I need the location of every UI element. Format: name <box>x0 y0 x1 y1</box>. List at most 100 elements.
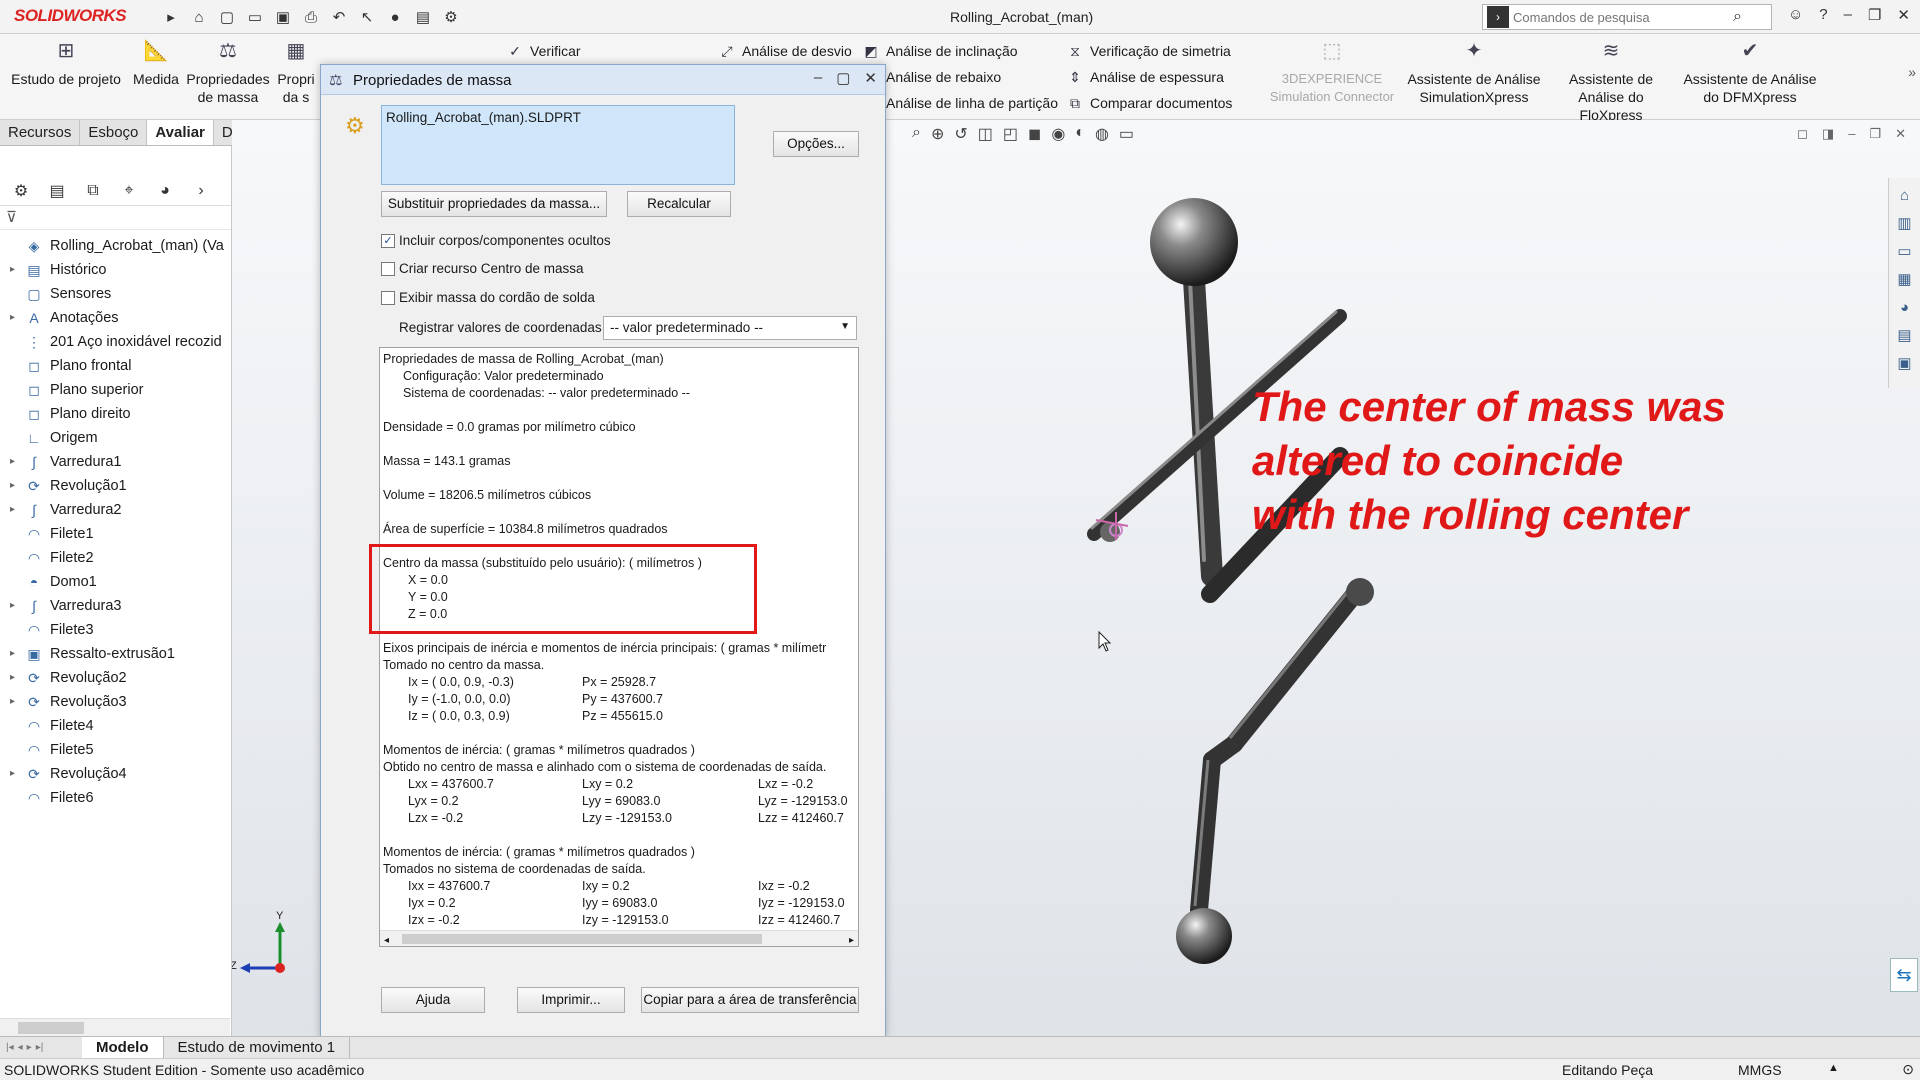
mass-properties-button[interactable]: ⚖ Propriedades de massa <box>186 34 270 106</box>
recalculate-button[interactable]: Recalcular <box>627 191 731 217</box>
expand-arrow-icon[interactable]: ▸ <box>10 666 15 690</box>
checkbox-unchecked-icon[interactable] <box>381 261 395 276</box>
resources-home-icon[interactable]: ⌂ <box>1894 184 1916 206</box>
user-icon[interactable]: ☺ <box>1788 6 1803 24</box>
search-input[interactable] <box>1513 9 1733 25</box>
command-search-box[interactable]: › ⌕ <box>1482 4 1772 30</box>
tab-evaluate[interactable]: Avaliar <box>147 120 214 145</box>
next-tab-icon[interactable]: ▸ <box>27 1042 32 1053</box>
measure-button[interactable]: 📐 Medida <box>128 34 184 88</box>
display-manager-icon[interactable]: ◕ <box>154 180 176 202</box>
expand-arrow-icon[interactable]: ▸ <box>10 642 15 666</box>
feature-tree-item[interactable]: ◻ Plano superior <box>0 378 231 402</box>
save-icon[interactable]: ▣ <box>272 6 294 28</box>
scroll-right-icon[interactable]: ▸ <box>849 932 854 946</box>
custom-properties-icon[interactable]: ▤ <box>1894 324 1916 346</box>
expand-arrow-icon[interactable]: ▸ <box>10 306 15 330</box>
mass-properties-results[interactable]: Propriedades de massa de Rolling_Acrobat… <box>379 347 859 947</box>
dialog-maximize-icon[interactable]: ▢ <box>836 69 850 87</box>
checkbox-unchecked-icon[interactable] <box>381 290 395 305</box>
featuremanager-tree-icon[interactable]: ⚙ <box>10 180 32 202</box>
solidworks-logo[interactable]: SOLIDWORKS <box>14 6 127 26</box>
output-coordinate-select[interactable]: -- valor predeterminado -- ▼ <box>603 316 857 340</box>
feature-tree-item[interactable]: ◓ Domo1 <box>0 570 231 594</box>
print-icon[interactable]: ⎙ <box>300 6 322 28</box>
ribbon-overflow-chevron-icon[interactable]: » <box>1908 64 1916 80</box>
play-arrow-icon[interactable]: ▸ <box>160 6 182 28</box>
feature-tree-item[interactable]: ⋮ 201 Aço inoxidável recozid <box>0 330 231 354</box>
rebuild-icon[interactable]: ● <box>384 6 406 28</box>
design-library-icon[interactable]: ▥ <box>1894 212 1916 234</box>
feature-tree-item[interactable]: ◻ Plano direito <box>0 402 231 426</box>
remote-support-icon[interactable]: ⇆ <box>1890 958 1918 992</box>
results-horizontal-scrollbar[interactable]: ◂ ▸ <box>380 930 858 946</box>
options-gear-icon[interactable]: ⚙ <box>440 6 462 28</box>
restore-icon[interactable]: ❐ <box>1868 6 1881 24</box>
dimxpert-manager-icon[interactable]: ⌖ <box>118 180 140 202</box>
unit-dropdown-icon[interactable]: ▲ <box>1828 1062 1839 1074</box>
expand-arrow-icon[interactable]: ▸ <box>10 450 15 474</box>
file-properties-icon[interactable]: ▤ <box>412 6 434 28</box>
feature-tree-item[interactable]: ▸ A Anotações <box>0 306 231 330</box>
configuration-manager-icon[interactable]: ⧉ <box>82 180 104 202</box>
feature-tree-item[interactable]: ▸ ⟳ Revolução1 <box>0 474 231 498</box>
simulationxpress-button[interactable]: ✦ Assistente de Análise SimulationXpress <box>1404 34 1544 106</box>
override-mass-properties-button[interactable]: Substituir propriedades da massa... <box>381 191 607 217</box>
panel-next-chevron-icon[interactable]: › <box>190 180 212 202</box>
feature-tree-scrollbar[interactable] <box>0 1018 230 1036</box>
create-center-of-mass-checkbox[interactable]: Criar recurso Centro de massa <box>381 261 584 276</box>
symmetry-check-button[interactable]: ⧖ Verificação de simetria <box>1066 42 1231 60</box>
feature-tree-item[interactable]: ◻ Plano frontal <box>0 354 231 378</box>
dialog-minimize-icon[interactable]: – <box>814 69 822 87</box>
feature-tree-item[interactable]: ▸ ⟳ Revolução4 <box>0 762 231 786</box>
help-button[interactable]: Ajuda <box>381 987 485 1013</box>
options-button[interactable]: Opções... <box>773 131 859 157</box>
feature-tree-item[interactable]: ▸ ∫ Varredura2 <box>0 498 231 522</box>
floxpress-button[interactable]: ≋ Assistente de Análise do FloXpress <box>1546 34 1676 124</box>
first-tab-icon[interactable]: |◂ <box>6 1042 14 1053</box>
draft-analysis-button[interactable]: ◩ Análise de inclinação <box>862 42 1017 60</box>
feature-tree-item[interactable]: ◠ Filete2 <box>0 546 231 570</box>
open-folder-icon[interactable]: ▭ <box>244 6 266 28</box>
prev-tab-icon[interactable]: ◂ <box>18 1042 23 1053</box>
feature-tree-item[interactable]: ▸ ▣ Ressalto-extrusão1 <box>0 642 231 666</box>
compare-documents-button[interactable]: ⧉ Comparar documentos <box>1066 94 1232 112</box>
include-hidden-checkbox[interactable]: ✓ Incluir corpos/componentes ocultos <box>381 233 611 248</box>
thickness-analysis-button[interactable]: ⇕ Análise de espessura <box>1066 68 1224 86</box>
tab-motion-study[interactable]: Estudo de movimento 1 <box>164 1037 351 1058</box>
simulation-connector-button[interactable]: ⬚ 3DEXPERIENCE Simulation Connector <box>1262 34 1402 106</box>
tab-model[interactable]: Modelo <box>82 1037 164 1058</box>
select-arrow-icon[interactable]: ↖ <box>356 6 378 28</box>
feature-tree-item[interactable]: ◠ Filete4 <box>0 714 231 738</box>
close-icon[interactable]: ✕ <box>1897 6 1910 24</box>
tab-sketch[interactable]: Esboço <box>80 120 148 145</box>
appearances-icon[interactable]: ◕ <box>1894 296 1916 318</box>
feature-tree-item[interactable]: ◠ Filete3 <box>0 618 231 642</box>
dialog-close-icon[interactable]: ✕ <box>864 69 877 87</box>
section-properties-button[interactable]: ▦ Propri da s <box>274 34 318 106</box>
feature-tree-item[interactable]: ▸ ⟳ Revolução2 <box>0 666 231 690</box>
dfmxpress-button[interactable]: ✔ Assistente de Análise do DFMXpress <box>1680 34 1820 106</box>
checkbox-checked-icon[interactable]: ✓ <box>381 233 395 248</box>
feature-tree-item[interactable]: ◠ Filete6 <box>0 786 231 810</box>
selected-part-item[interactable]: Rolling_Acrobat_(man).SLDPRT <box>386 110 581 125</box>
dialog-title-bar[interactable]: ⚖ Propriedades de massa – ▢ ✕ <box>321 65 885 95</box>
feature-tree-item[interactable]: ◈ Rolling_Acrobat_(man) (Va <box>0 234 231 258</box>
minimize-icon[interactable]: – <box>1844 6 1852 24</box>
feature-tree-item[interactable]: ∟ Origem <box>0 426 231 450</box>
home-icon[interactable]: ⌂ <box>188 6 210 28</box>
status-help-icon[interactable]: ⊙ <box>1902 1061 1914 1078</box>
print-button[interactable]: Imprimir... <box>517 987 625 1013</box>
forum-icon[interactable]: ▣ <box>1894 352 1916 374</box>
deviation-analysis-button[interactable]: ⤢ Análise de desvio <box>718 42 851 60</box>
expand-arrow-icon[interactable]: ▸ <box>10 498 15 522</box>
unit-system-status[interactable]: MMGS <box>1738 1062 1782 1078</box>
feature-tree-item[interactable]: ▸ ∫ Varredura1 <box>0 450 231 474</box>
search-icon[interactable]: ⌕ <box>1733 8 1742 26</box>
feature-tree-item[interactable]: ◠ Filete5 <box>0 738 231 762</box>
view-palette-icon[interactable]: ▦ <box>1894 268 1916 290</box>
tab-features[interactable]: Recursos <box>0 120 81 145</box>
copy-to-clipboard-button[interactable]: Copiar para a área de transferência <box>641 987 859 1013</box>
help-icon[interactable]: ? <box>1819 6 1827 24</box>
expand-arrow-icon[interactable]: ▸ <box>10 762 15 786</box>
